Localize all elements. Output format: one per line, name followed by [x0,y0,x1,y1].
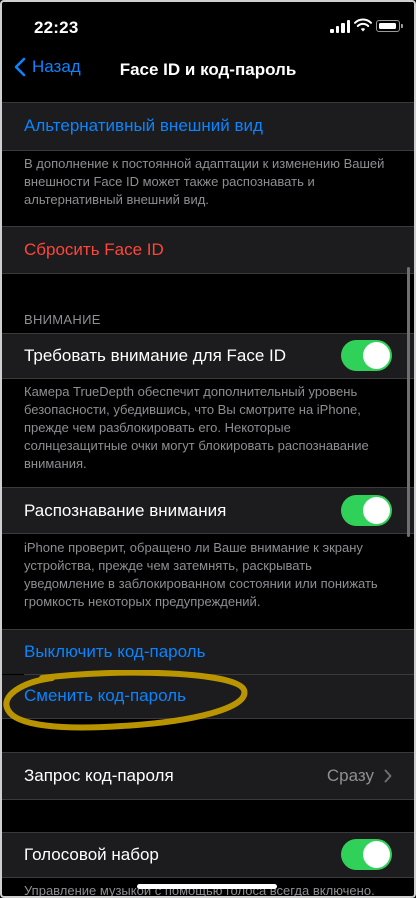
turn-off-passcode-label: Выключить код-пароль [24,642,206,661]
separator [2,150,414,151]
page-title: Face ID и код-пароль [119,60,297,79]
attention-aware-toggle[interactable] [341,495,392,526]
status-time: 22:23 [34,18,79,37]
change-passcode-row[interactable]: Сменить код-пароль [2,675,414,718]
separator [2,533,414,534]
alternate-appearance-footer: В дополнение к постоянной адаптации к из… [24,156,385,207]
require-passcode-detail: Сразу [327,766,392,786]
reset-face-id-row[interactable]: Сбросить Face ID [2,227,414,273]
voice-dial-label: Голосовой набор [24,845,159,864]
require-passcode-label: Запрос код-пароля [24,766,174,785]
chevron-right-icon [384,769,392,783]
separator [2,718,414,719]
separator [2,799,414,800]
home-indicator[interactable] [137,884,277,889]
alternate-appearance-row[interactable]: Альтернативный внешний вид [2,103,414,150]
require-passcode-value: Сразу [326,766,374,785]
reset-face-id-label: Сбросить Face ID [24,240,164,259]
settings-list: Альтернативный внешний вид В дополнение … [2,98,414,896]
voice-dial-toggle[interactable] [341,839,392,870]
separator [2,273,414,274]
attention-section-header: ВНИМАНИЕ [24,312,101,327]
navigation-bar: Назад Face ID и код-пароль [2,52,414,92]
turn-off-passcode-row[interactable]: Выключить код-пароль [2,630,414,674]
alternate-appearance-label: Альтернативный внешний вид [24,116,263,135]
require-passcode-row[interactable]: Запрос код-пароля Сразу [2,753,414,799]
attention-aware-footer: iPhone проверит, обращено ли Ваше вниман… [24,540,378,609]
require-attention-row: Требовать внимание для Face ID [2,334,414,378]
battery-icon [376,20,403,32]
change-passcode-label: Сменить код-пароль [24,686,186,705]
cellular-signal-icon [330,20,350,33]
status-bar: 22:23 [2,2,414,52]
require-attention-label: Требовать внимание для Face ID [24,346,287,365]
screen: 22:23 Назад Face ID и код-пароль Альтерн… [0,0,416,898]
require-attention-footer: Камера TrueDepth обеспечит дополнительны… [24,384,369,471]
separator [2,877,414,878]
require-attention-toggle[interactable] [341,340,392,371]
attention-aware-label: Распознавание внимания [24,501,227,520]
separator [2,378,414,379]
scrollbar[interactable] [407,267,410,537]
wifi-icon [354,18,372,32]
voice-dial-row: Голосовой набор [2,833,414,877]
attention-aware-row: Распознавание внимания [2,488,414,533]
